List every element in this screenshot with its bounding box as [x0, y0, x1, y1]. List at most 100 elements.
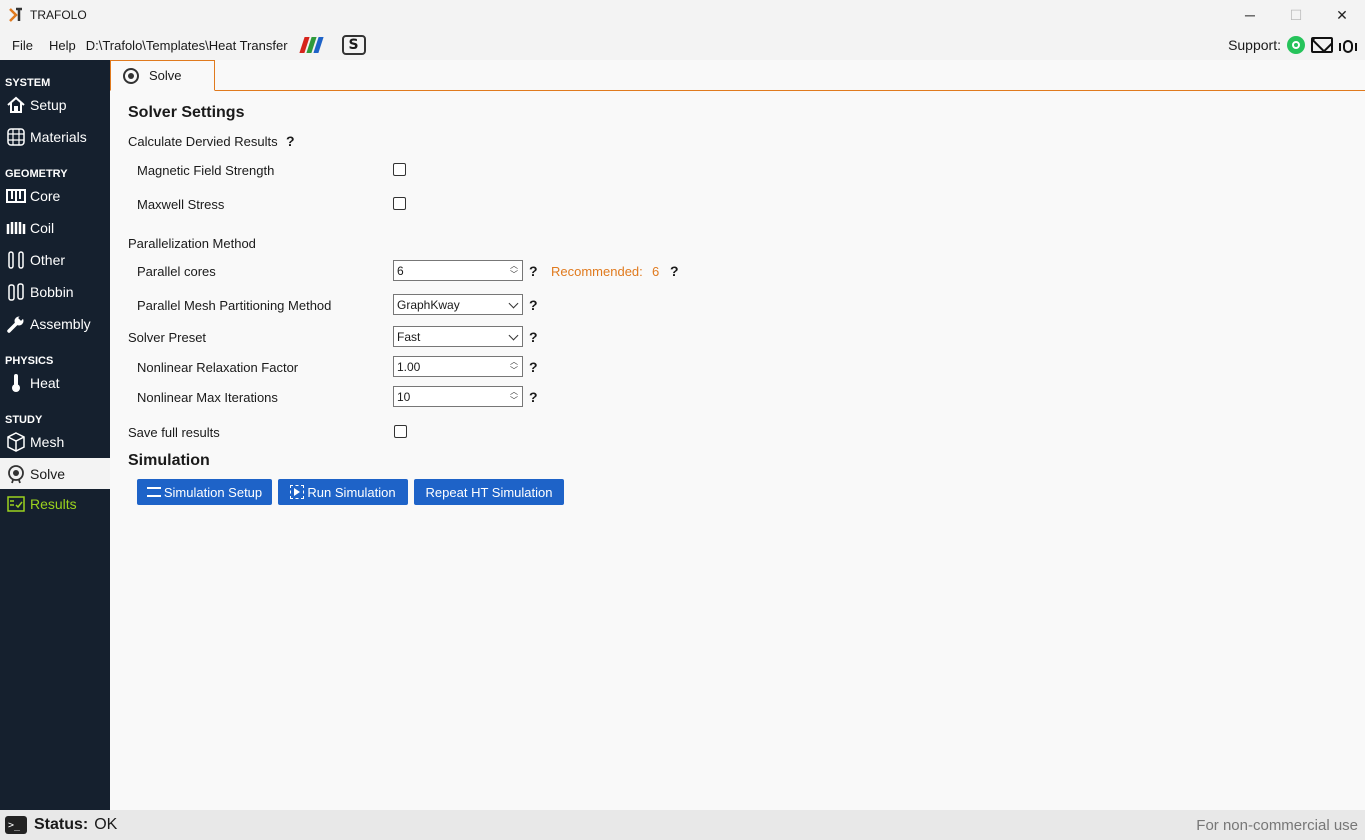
magnetic-field-label: Magnetic Field Strength: [137, 163, 275, 178]
bug-icon[interactable]: [1339, 35, 1357, 55]
other-icon: [6, 250, 26, 270]
sidebar-item-setup[interactable]: Setup: [0, 89, 110, 121]
mesh-partitioning-label: Parallel Mesh Partitioning Method: [137, 298, 332, 313]
sidebar-item-label: Other: [30, 252, 66, 268]
derived-results-help[interactable]: ?: [286, 133, 295, 149]
sidebar-item-label: Mesh: [30, 434, 65, 450]
maxwell-stress-label: Maxwell Stress: [137, 197, 225, 212]
status-value: OK: [94, 816, 118, 833]
license-notice: For non-commercial use: [1196, 816, 1358, 834]
parallel-cores-help[interactable]: ?: [529, 263, 538, 279]
relaxation-factor-value: 1.00: [397, 359, 421, 374]
chevron-down-icon: [508, 298, 519, 309]
tab-solve[interactable]: Solve: [110, 60, 215, 91]
home-icon: [6, 95, 26, 115]
partner-logo-icon[interactable]: [298, 37, 326, 53]
save-full-results-label: Save full results: [128, 425, 220, 440]
section-system: SYSTEM: [5, 77, 51, 89]
recommended-help[interactable]: ?: [670, 263, 679, 279]
results-icon: [6, 494, 26, 514]
max-iterations-help[interactable]: ?: [529, 389, 538, 405]
sidebar-item-mesh[interactable]: Mesh: [0, 426, 110, 458]
sidebar-item-label: Materials: [30, 129, 87, 145]
cube-icon: [6, 432, 26, 452]
sidebar-item-coil[interactable]: Coil: [0, 212, 110, 244]
max-iterations-value: 10: [397, 389, 411, 404]
max-iterations-label: Nonlinear Max Iterations: [137, 390, 278, 405]
support-label: Support:: [1228, 37, 1281, 53]
menu-bar: File Help D:\Trafolo\Templates\Heat Tran…: [0, 30, 1365, 60]
sidebar-item-results[interactable]: Results: [0, 489, 110, 518]
close-button[interactable]: ✕: [1319, 0, 1365, 30]
solver-preset-help[interactable]: ?: [529, 329, 538, 345]
sidebar-item-bobbin[interactable]: Bobbin: [0, 276, 110, 308]
sidebar-item-label: Setup: [30, 97, 67, 113]
section-geometry: GEOMETRY: [5, 168, 68, 180]
section-study: STUDY: [5, 414, 43, 426]
relaxation-factor-label: Nonlinear Relaxation Factor: [137, 360, 299, 375]
minimize-button[interactable]: ─: [1227, 0, 1273, 30]
spin-arrows-icon[interactable]: ︿ ﹀: [508, 262, 520, 279]
repeat-ht-simulation-label: Repeat HT Simulation: [425, 484, 553, 500]
sidebar-item-other[interactable]: Other: [0, 244, 110, 276]
mail-icon[interactable]: [1311, 37, 1333, 53]
coil-icon: [6, 218, 26, 238]
run-simulation-button[interactable]: Run Simulation: [278, 479, 408, 505]
parallel-cores-value: 6: [397, 263, 404, 278]
sidebar-item-label: Results: [30, 495, 77, 512]
grid-icon: [6, 127, 26, 147]
thermometer-icon: [6, 373, 26, 393]
tab-bar: Solve: [110, 60, 1365, 91]
project-path: D:\Trafolo\Templates\Heat Transfer: [85, 37, 288, 53]
derived-results-label: Calculate Dervied Results: [128, 134, 278, 149]
solver-preset-select[interactable]: Fast: [393, 326, 523, 347]
save-full-results-checkbox[interactable]: [394, 425, 407, 438]
status-label: Status:: [34, 816, 89, 833]
sliders-icon: [146, 487, 161, 497]
play-icon: [290, 485, 305, 499]
relaxation-factor-spinbox[interactable]: 1.00 ︿ ﹀: [393, 356, 523, 377]
maximize-button[interactable]: ☐: [1273, 0, 1319, 30]
tab-label: Solve: [149, 68, 182, 83]
sidebar-item-core[interactable]: Core: [0, 180, 110, 212]
wrench-icon: [6, 314, 26, 334]
sidebar: SYSTEM Setup Materials GEOMETRY Core Coi…: [0, 60, 110, 810]
trafolo-logo-icon: [9, 7, 22, 22]
terminal-icon[interactable]: >_: [5, 816, 27, 834]
mesh-partitioning-select[interactable]: GraphKway: [393, 294, 523, 315]
core-icon: [6, 186, 26, 206]
spin-arrows-icon[interactable]: ︿ ﹀: [508, 358, 520, 375]
status-bar: >_ Status: OK For non-commercial use: [0, 810, 1365, 840]
relaxation-factor-help[interactable]: ?: [529, 359, 538, 375]
spin-arrows-icon[interactable]: ︿ ﹀: [508, 388, 520, 405]
menu-file[interactable]: File: [0, 38, 41, 53]
solve-icon: [123, 67, 139, 84]
solve-icon: [6, 464, 26, 484]
window-title: TRAFOLO: [30, 8, 87, 22]
mesh-partitioning-help[interactable]: ?: [529, 297, 538, 313]
sidebar-item-assembly[interactable]: Assembly: [0, 308, 110, 340]
sidebar-item-heat[interactable]: Heat: [0, 367, 110, 399]
parallel-cores-spinbox[interactable]: 6 ︿ ﹀: [393, 260, 523, 281]
sidebar-item-materials[interactable]: Materials: [0, 121, 110, 153]
whatsapp-icon[interactable]: [1287, 36, 1305, 54]
support-area: Support:: [1228, 30, 1357, 60]
solver-preset-label: Solver Preset: [128, 330, 207, 345]
simulation-setup-button[interactable]: Simulation Setup: [137, 479, 272, 505]
repeat-ht-simulation-button[interactable]: Repeat HT Simulation: [414, 479, 564, 505]
sidebar-item-label: Coil: [30, 220, 55, 236]
sidebar-item-label: Bobbin: [30, 284, 74, 300]
maxwell-stress-checkbox[interactable]: [393, 197, 406, 210]
simulation-heading: Simulation: [128, 452, 210, 469]
title-bar: TRAFOLO ─ ☐ ✕: [0, 0, 1365, 30]
simulation-setup-label: Simulation Setup: [163, 484, 263, 500]
solver-preset-value: Fast: [397, 329, 421, 344]
recommended-value: 6: [652, 264, 660, 279]
max-iterations-spinbox[interactable]: 10 ︿ ﹀: [393, 386, 523, 407]
run-simulation-label: Run Simulation: [307, 484, 396, 500]
sidebar-item-label: Heat: [30, 375, 60, 391]
magnetic-field-checkbox[interactable]: [393, 163, 406, 176]
sidebar-item-solve[interactable]: Solve: [0, 458, 110, 489]
solver-logo-icon[interactable]: S: [341, 35, 366, 55]
menu-help[interactable]: Help: [41, 38, 84, 53]
